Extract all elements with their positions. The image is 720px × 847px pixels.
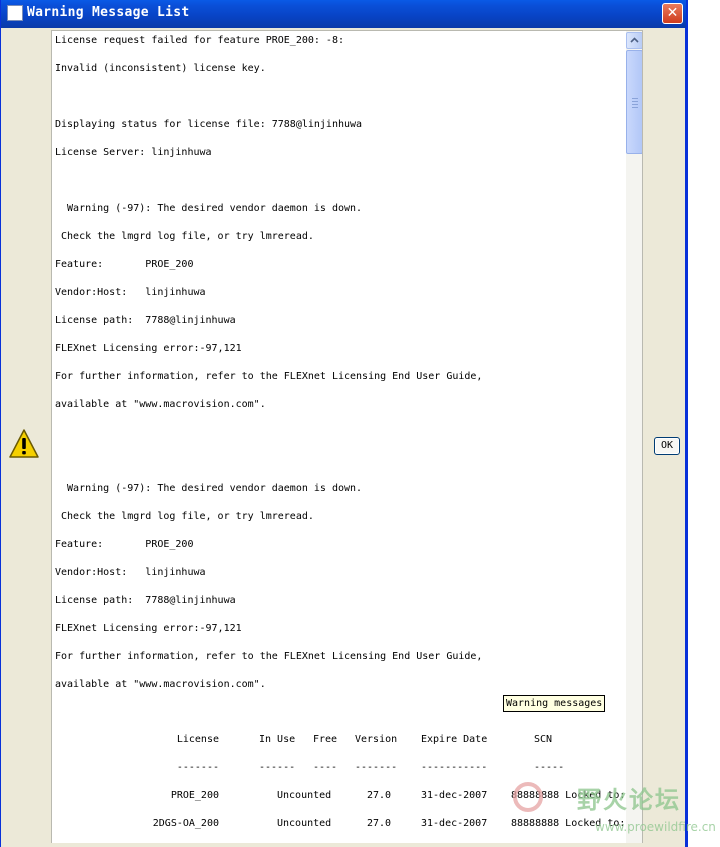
thumb-grip — [632, 107, 638, 108]
window-title: Warning Message List — [27, 5, 190, 20]
header-license: License — [176, 734, 219, 745]
title-bar[interactable]: Warning Message List ✕ — [1, 0, 686, 28]
message-line: available at "www.macrovision.com". — [55, 399, 266, 410]
watermark-url: www.proewildfire.cn — [595, 820, 716, 834]
message-line: Vendor:Host: linjinhuwa — [55, 567, 206, 578]
cell-expire-date: 31-dec-2007 — [421, 790, 488, 801]
message-line — [55, 171, 625, 199]
message-line: Feature: PROE_200 — [55, 539, 194, 550]
message-line: License path: 7788@linjinhuwa — [55, 315, 236, 326]
header-free: Free — [313, 734, 338, 745]
cell-version: 27.0 — [367, 790, 392, 801]
message-line: Vendor:Host: linjinhuwa — [55, 287, 206, 298]
message-line — [55, 451, 625, 479]
warning-message-window: Warning Message List ✕ License request f… — [0, 0, 688, 847]
message-line: License request failed for feature PROE_… — [55, 35, 344, 46]
message-line: Invalid (inconsistent) license key. — [55, 63, 266, 74]
cell-license: PROE_200 — [170, 790, 219, 801]
vertical-scrollbar[interactable] — [626, 31, 642, 847]
header-version: Version — [355, 734, 398, 745]
message-line: FLEXnet Licensing error:-97,121 — [55, 343, 242, 354]
ok-button[interactable]: OK — [654, 437, 680, 455]
license-table-header: License In Use Free Version Expire Date … — [52, 730, 627, 750]
close-button[interactable]: ✕ — [662, 3, 683, 24]
thumb-grip — [632, 98, 638, 99]
header-scn: SCN — [534, 734, 553, 745]
warning-messages-tooltip: Warning messages — [503, 695, 606, 712]
rule-expire-date: ----------- — [421, 762, 488, 773]
rule-scn: ----- — [534, 762, 565, 773]
message-text-area[interactable]: License request failed for feature PROE_… — [51, 30, 643, 847]
cell-in-use: Uncounted — [277, 790, 332, 801]
message-line: FLEXnet Licensing error:-97,121 — [55, 623, 242, 634]
watermark-logo-icon — [513, 782, 543, 812]
message-line: For further information, refer to the FL… — [55, 371, 483, 382]
cell-in-use: Uncounted — [277, 818, 332, 829]
message-line: Check the lmgrd log file, or try lmrerea… — [55, 231, 314, 242]
watermark-text: 野火论坛 — [577, 786, 681, 814]
window-icon — [7, 5, 23, 21]
message-line: License path: 7788@linjinhuwa — [55, 595, 236, 606]
rule-free: ---- — [313, 762, 338, 773]
message-line: Check the lmgrd log file, or try lmrerea… — [55, 511, 314, 522]
arrow-up-icon — [630, 37, 639, 43]
rule-version: ------- — [355, 762, 398, 773]
scroll-up-button[interactable] — [626, 32, 642, 49]
message-line: Warning (-97): The desired vendor daemon… — [55, 483, 363, 494]
message-line — [55, 423, 625, 451]
cell-license: 2DGS-OA_200 — [152, 818, 219, 829]
thumb-grip — [632, 104, 638, 105]
message-line: License Server: linjinhuwa — [55, 147, 212, 158]
rule-in-use: ------ — [259, 762, 296, 773]
forum-watermark: 野火论坛 www.proewildfire.cn — [505, 776, 716, 842]
cell-version: 27.0 — [367, 818, 392, 829]
thumb-grip — [632, 101, 638, 102]
message-line: Displaying status for license file: 7788… — [55, 119, 363, 130]
message-line: Warning (-97): The desired vendor daemon… — [55, 203, 363, 214]
license-table-rule: ------- ------ ---- ------- ----------- … — [52, 758, 627, 778]
bottom-edge — [51, 843, 643, 847]
header-in-use: In Use — [259, 734, 296, 745]
message-line: Feature: PROE_200 — [55, 259, 194, 270]
rule-license: ------- — [176, 762, 219, 773]
cell-expire-date: 31-dec-2007 — [421, 818, 488, 829]
message-lines: License request failed for feature PROE_… — [55, 31, 625, 703]
message-line — [55, 87, 625, 115]
scroll-thumb[interactable] — [626, 50, 642, 154]
header-expire-date: Expire Date — [421, 734, 488, 745]
message-line: For further information, refer to the FL… — [55, 651, 483, 662]
warning-triangle-icon — [9, 429, 39, 458]
